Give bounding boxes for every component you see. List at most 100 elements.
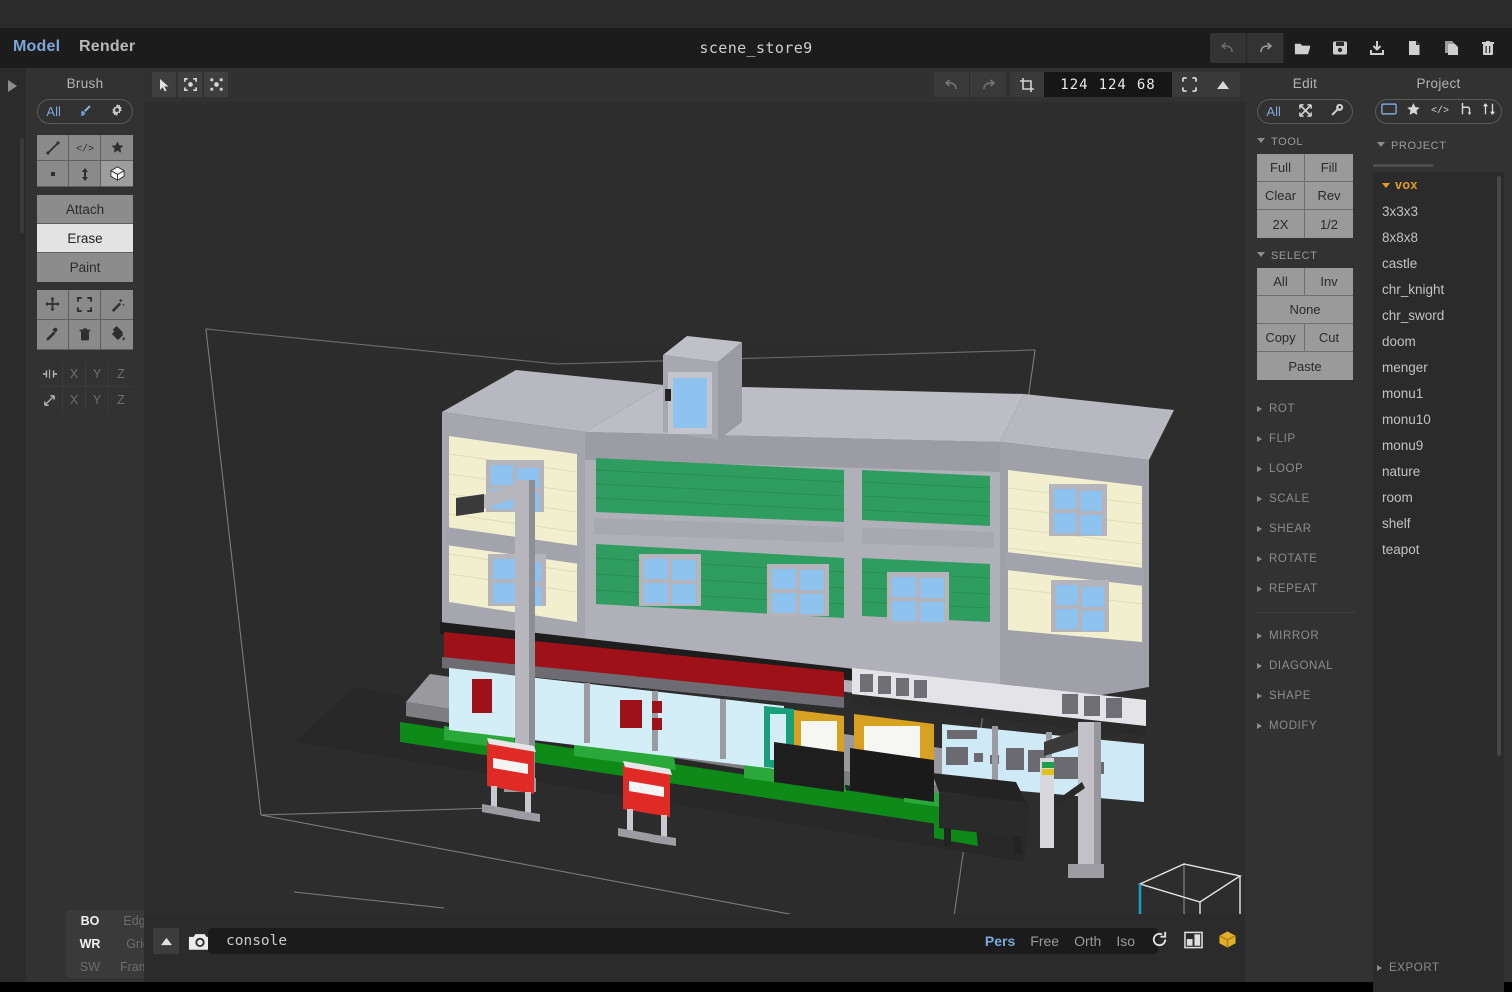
group-shape[interactable]: SHAPE: [1245, 681, 1365, 711]
panel-resize-grip[interactable]: [20, 138, 24, 233]
file-row[interactable]: shelf: [1373, 510, 1504, 536]
viewport-redo-icon[interactable]: [970, 72, 1006, 97]
tool-clear-button[interactable]: Clear: [1257, 182, 1305, 210]
paste-button[interactable]: Paste: [1257, 352, 1353, 380]
layout-view-icon[interactable]: [1184, 931, 1203, 952]
marquee-select-icon[interactable]: [178, 72, 202, 97]
folder-row-vox[interactable]: vox: [1373, 172, 1504, 198]
tool-2x-button[interactable]: 2X: [1257, 210, 1305, 238]
file-row[interactable]: chr_knight: [1373, 276, 1504, 302]
brush-icon[interactable]: [78, 103, 93, 121]
toggle-sw[interactable]: SW: [66, 955, 114, 978]
voxel-scene[interactable]: [144, 102, 1245, 914]
star-brush-icon[interactable]: [101, 135, 133, 161]
select-none-button[interactable]: None: [1257, 296, 1353, 324]
fit-view-icon[interactable]: [1172, 72, 1206, 97]
rotate-view-icon[interactable]: [1150, 930, 1169, 952]
mirror-z-toggle[interactable]: Z: [109, 361, 133, 387]
brush-filter-pill[interactable]: All: [37, 99, 133, 124]
file-row[interactable]: monu10: [1373, 406, 1504, 432]
toggle-bo[interactable]: BO: [66, 910, 114, 933]
eyedropper-icon[interactable]: [37, 320, 69, 350]
cut-button[interactable]: Cut: [1305, 324, 1353, 352]
expand-panel-icon[interactable]: [8, 80, 17, 92]
trash-icon[interactable]: [69, 320, 101, 350]
tool-rev-button[interactable]: Rev: [1305, 182, 1353, 210]
transform-icon[interactable]: [1298, 103, 1313, 121]
voxel-cube-icon[interactable]: [1218, 930, 1237, 952]
diagonal-icon[interactable]: [37, 387, 63, 413]
center-brush-icon[interactable]: [69, 161, 101, 187]
view-mode-orth[interactable]: Orth: [1074, 933, 1101, 949]
star-icon[interactable]: [1406, 102, 1421, 122]
project-file-list[interactable]: vox 3x3x3 8x8x8 castle chr_knight chr_sw…: [1373, 172, 1504, 992]
erase-mode-button[interactable]: Erase: [37, 224, 133, 253]
new-file-icon[interactable]: [1395, 33, 1432, 63]
view-mode-pers[interactable]: Pers: [985, 933, 1015, 949]
line-brush-icon[interactable]: [37, 135, 69, 161]
file-row[interactable]: 8x8x8: [1373, 224, 1504, 250]
select-all-button[interactable]: All: [1257, 268, 1305, 296]
tool-half-button[interactable]: 1/2: [1305, 210, 1353, 238]
file-row[interactable]: doom: [1373, 328, 1504, 354]
viewport[interactable]: 124 124 68: [144, 68, 1245, 914]
toggle-wr[interactable]: WR: [66, 933, 114, 956]
export-section-header[interactable]: EXPORT: [1365, 962, 1512, 974]
move-icon[interactable]: [37, 290, 69, 320]
file-row[interactable]: monu1: [1373, 380, 1504, 406]
save-icon[interactable]: [1321, 33, 1358, 63]
file-row[interactable]: nature: [1373, 458, 1504, 484]
group-mirror[interactable]: MIRROR: [1245, 621, 1365, 651]
edit-filter-pill[interactable]: All: [1257, 99, 1353, 124]
voxel-brush-icon[interactable]: [37, 161, 69, 187]
box-brush-icon[interactable]: [101, 161, 133, 187]
node-select-icon[interactable]: [204, 72, 228, 97]
group-scale[interactable]: SCALE: [1245, 484, 1365, 514]
group-flip[interactable]: FLIP: [1245, 424, 1365, 454]
file-row[interactable]: 3x3x3: [1373, 198, 1504, 224]
diagonal-z-toggle[interactable]: Z: [109, 387, 133, 413]
crop-icon[interactable]: [1010, 72, 1044, 97]
group-modify[interactable]: MODIFY: [1245, 711, 1365, 741]
group-diagonal[interactable]: DIAGONAL: [1245, 651, 1365, 681]
diagonal-x-toggle[interactable]: X: [63, 387, 86, 413]
viewport-undo-icon[interactable]: [934, 72, 970, 97]
file-row[interactable]: chr_sword: [1373, 302, 1504, 328]
model-dimensions[interactable]: 124 124 68: [1044, 72, 1172, 97]
select-region-icon[interactable]: [69, 290, 101, 320]
edit-all-label[interactable]: All: [1266, 104, 1280, 119]
file-row[interactable]: room: [1373, 484, 1504, 510]
collapse-toolbar-icon[interactable]: [1206, 72, 1240, 97]
project-section-header[interactable]: PROJECT: [1365, 140, 1512, 152]
group-shear[interactable]: SHEAR: [1245, 514, 1365, 544]
view-mode-iso[interactable]: Iso: [1116, 933, 1135, 949]
import-icon[interactable]: [1358, 33, 1395, 63]
file-row[interactable]: monu9: [1373, 432, 1504, 458]
branch-icon[interactable]: [1459, 102, 1473, 121]
delete-icon[interactable]: [1469, 33, 1506, 63]
code-icon[interactable]: </>: [1431, 103, 1449, 121]
copy-file-icon[interactable]: [1432, 33, 1469, 63]
view-mode-free[interactable]: Free: [1030, 933, 1059, 949]
paint-bucket-icon[interactable]: [101, 320, 133, 350]
pattern-brush-icon[interactable]: </>: [69, 135, 101, 161]
gear-icon[interactable]: [110, 103, 124, 120]
cursor-icon[interactable]: [152, 72, 176, 97]
file-row[interactable]: menger: [1373, 354, 1504, 380]
file-row[interactable]: teapot: [1373, 536, 1504, 562]
mirror-x-toggle[interactable]: X: [63, 361, 86, 387]
expand-console-icon[interactable]: [153, 928, 179, 954]
group-loop[interactable]: LOOP: [1245, 454, 1365, 484]
folder-icon[interactable]: [1380, 102, 1397, 121]
undo-icon[interactable]: [1210, 33, 1247, 63]
mirror-icon[interactable]: [37, 361, 63, 387]
mirror-y-toggle[interactable]: Y: [86, 361, 109, 387]
brush-all-label[interactable]: All: [46, 104, 60, 119]
tool-fill-button[interactable]: Fill: [1305, 154, 1353, 182]
tool-section-header[interactable]: TOOL: [1245, 136, 1365, 148]
tool-full-button[interactable]: Full: [1257, 154, 1305, 182]
file-row[interactable]: castle: [1373, 250, 1504, 276]
file-list-scrollbar[interactable]: [1497, 176, 1501, 756]
group-rotate[interactable]: ROTATE: [1245, 544, 1365, 574]
group-rot[interactable]: ROT: [1245, 394, 1365, 424]
